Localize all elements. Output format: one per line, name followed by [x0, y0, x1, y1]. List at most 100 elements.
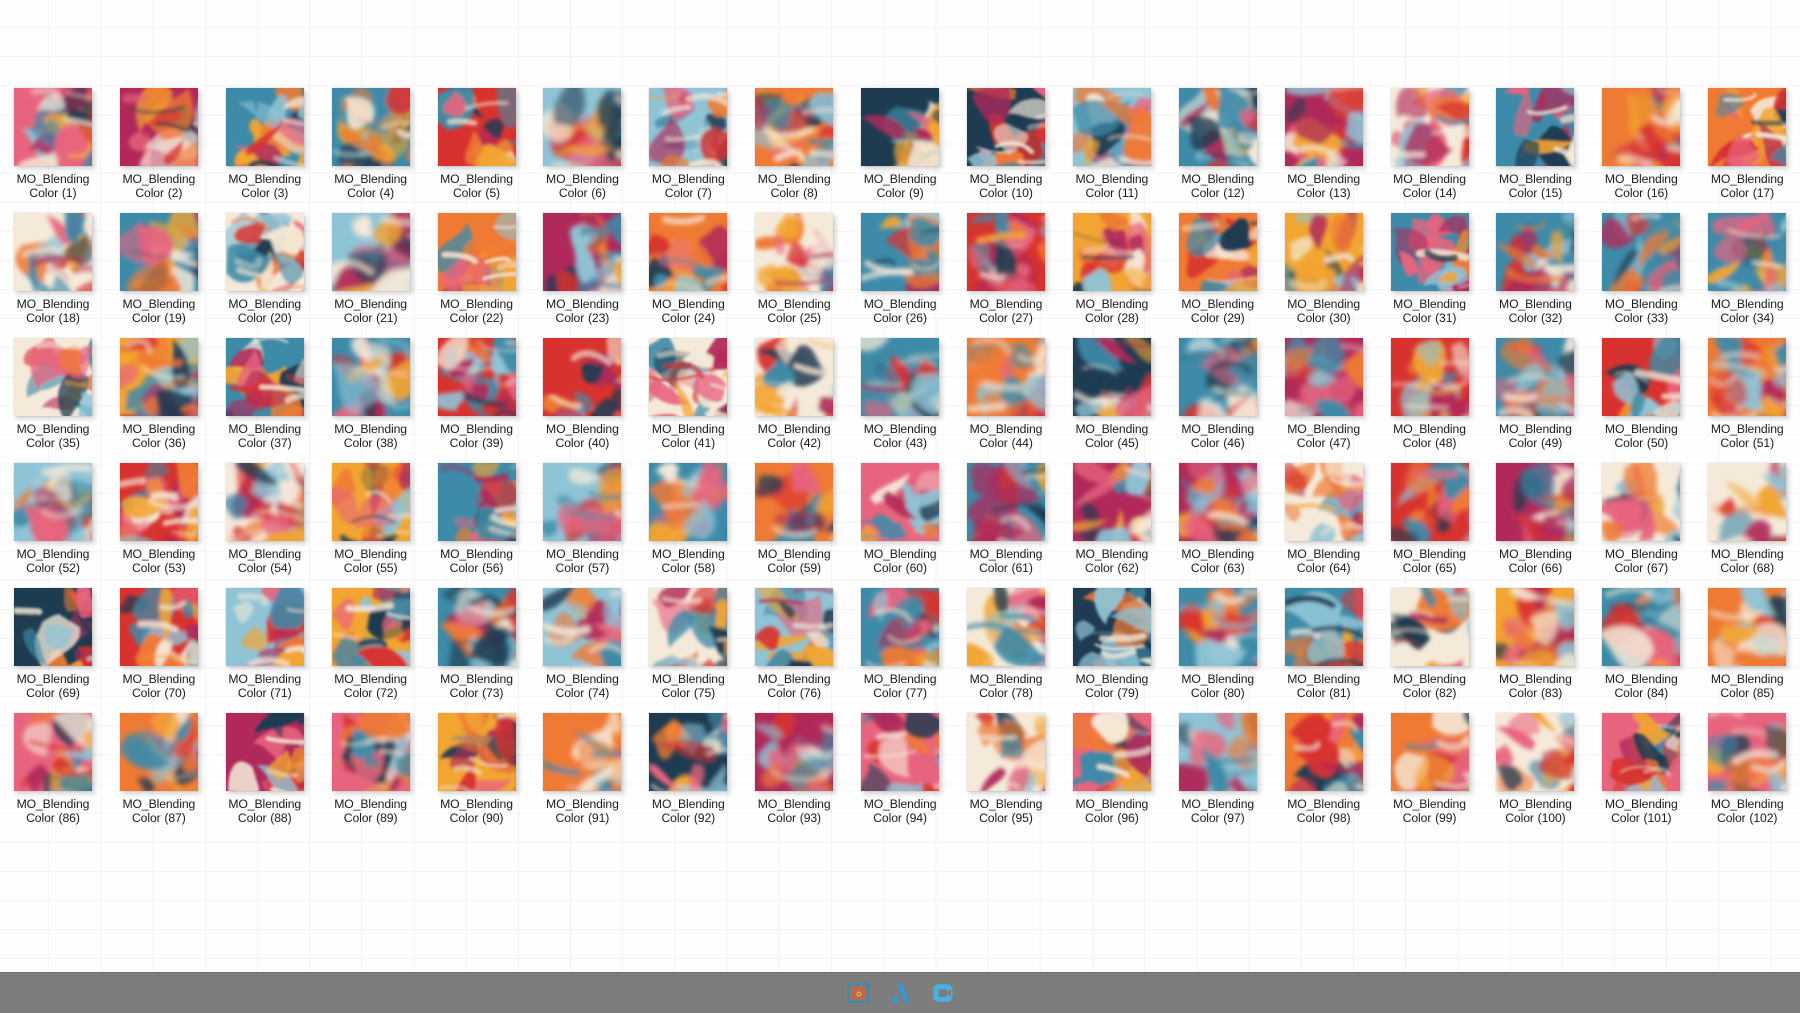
file-item[interactable]: MO_Blending Color (53): [106, 447, 212, 574]
file-thumbnail[interactable]: [437, 463, 516, 541]
file-item[interactable]: MO_Blending Color (32): [1482, 197, 1588, 324]
file-thumbnail[interactable]: [755, 713, 834, 791]
file-item[interactable]: MO_Blending Color (52): [0, 447, 106, 574]
file-item[interactable]: MO_Blending Color (62): [1059, 447, 1165, 574]
file-thumbnail[interactable]: [1390, 338, 1469, 416]
file-thumbnail[interactable]: [861, 213, 940, 291]
file-thumbnail[interactable]: [225, 88, 304, 166]
file-item[interactable]: MO_Blending Color (10): [953, 72, 1059, 199]
file-thumbnail[interactable]: [1496, 338, 1575, 416]
file-thumbnail[interactable]: [649, 88, 728, 166]
file-thumbnail[interactable]: [543, 213, 622, 291]
file-item[interactable]: MO_Blending Color (12): [1165, 72, 1271, 199]
file-item[interactable]: MO_Blending Color (59): [741, 447, 847, 574]
file-thumbnail[interactable]: [1284, 713, 1363, 791]
file-thumbnail[interactable]: [225, 463, 304, 541]
file-item[interactable]: MO_Blending Color (36): [106, 322, 212, 449]
file-thumbnail[interactable]: [1284, 588, 1363, 666]
arc-browser-icon[interactable]: [885, 978, 915, 1008]
file-item[interactable]: MO_Blending Color (42): [741, 322, 847, 449]
file-item[interactable]: MO_Blending Color (39): [424, 322, 530, 449]
file-item[interactable]: MO_Blending Color (65): [1377, 447, 1483, 574]
file-thumbnail[interactable]: [1708, 213, 1787, 291]
file-icon-grid[interactable]: MO_Blending Color (1) MO_Blending Color (2)…: [0, 72, 1800, 824]
file-thumbnail[interactable]: [649, 588, 728, 666]
file-thumbnail[interactable]: [543, 463, 622, 541]
file-thumbnail[interactable]: [331, 713, 410, 791]
file-thumbnail[interactable]: [1072, 463, 1151, 541]
file-thumbnail[interactable]: [1390, 463, 1469, 541]
file-thumbnail[interactable]: [437, 213, 516, 291]
file-thumbnail[interactable]: [1390, 88, 1469, 166]
file-item[interactable]: MO_Blending Color (14): [1377, 72, 1483, 199]
file-item[interactable]: MO_Blending Color (96): [1059, 697, 1165, 824]
file-item[interactable]: MO_Blending Color (11): [1059, 72, 1165, 199]
file-thumbnail[interactable]: [1284, 213, 1363, 291]
file-item[interactable]: MO_Blending Color (6): [529, 72, 635, 199]
file-item[interactable]: MO_Blending Color (97): [1165, 697, 1271, 824]
file-item[interactable]: MO_Blending Color (55): [318, 447, 424, 574]
file-item[interactable]: MO_Blending Color (35): [0, 322, 106, 449]
file-thumbnail[interactable]: [437, 88, 516, 166]
file-item[interactable]: MO_Blending Color (101): [1588, 697, 1694, 824]
file-item[interactable]: MO_Blending Color (86): [0, 697, 106, 824]
file-item[interactable]: MO_Blending Color (45): [1059, 322, 1165, 449]
file-thumbnail[interactable]: [13, 463, 92, 541]
file-thumbnail[interactable]: [1178, 338, 1257, 416]
file-item[interactable]: MO_Blending Color (98): [1271, 697, 1377, 824]
file-thumbnail[interactable]: [861, 88, 940, 166]
file-thumbnail[interactable]: [119, 213, 198, 291]
file-item[interactable]: MO_Blending Color (5): [424, 72, 530, 199]
file-item[interactable]: MO_Blending Color (23): [529, 197, 635, 324]
file-item[interactable]: MO_Blending Color (85): [1694, 572, 1800, 699]
file-item[interactable]: MO_Blending Color (81): [1271, 572, 1377, 699]
file-item[interactable]: MO_Blending Color (1): [0, 72, 106, 199]
file-thumbnail[interactable]: [1072, 338, 1151, 416]
file-item[interactable]: MO_Blending Color (58): [635, 447, 741, 574]
file-item[interactable]: MO_Blending Color (16): [1588, 72, 1694, 199]
file-item[interactable]: MO_Blending Color (48): [1377, 322, 1483, 449]
file-thumbnail[interactable]: [1178, 88, 1257, 166]
file-thumbnail[interactable]: [1602, 88, 1681, 166]
file-item[interactable]: MO_Blending Color (64): [1271, 447, 1377, 574]
file-thumbnail[interactable]: [1708, 338, 1787, 416]
file-thumbnail[interactable]: [966, 463, 1045, 541]
file-thumbnail[interactable]: [649, 213, 728, 291]
file-thumbnail[interactable]: [225, 338, 304, 416]
file-item[interactable]: MO_Blending Color (87): [106, 697, 212, 824]
file-thumbnail[interactable]: [1708, 713, 1787, 791]
file-thumbnail[interactable]: [119, 588, 198, 666]
file-thumbnail[interactable]: [331, 213, 410, 291]
file-item[interactable]: MO_Blending Color (75): [635, 572, 741, 699]
taskbar[interactable]: [0, 972, 1800, 1013]
file-thumbnail[interactable]: [13, 338, 92, 416]
file-item[interactable]: MO_Blending Color (38): [318, 322, 424, 449]
file-thumbnail[interactable]: [437, 713, 516, 791]
file-thumbnail[interactable]: [861, 713, 940, 791]
file-item[interactable]: MO_Blending Color (22): [424, 197, 530, 324]
file-item[interactable]: MO_Blending Color (40): [529, 322, 635, 449]
file-item[interactable]: MO_Blending Color (8): [741, 72, 847, 199]
file-item[interactable]: MO_Blending Color (77): [847, 572, 953, 699]
file-thumbnail[interactable]: [1284, 88, 1363, 166]
file-item[interactable]: MO_Blending Color (13): [1271, 72, 1377, 199]
file-thumbnail[interactable]: [1178, 713, 1257, 791]
file-item[interactable]: MO_Blending Color (20): [212, 197, 318, 324]
file-thumbnail[interactable]: [966, 588, 1045, 666]
file-thumbnail[interactable]: [1708, 88, 1787, 166]
file-thumbnail[interactable]: [119, 338, 198, 416]
file-item[interactable]: MO_Blending Color (76): [741, 572, 847, 699]
file-thumbnail[interactable]: [13, 713, 92, 791]
file-item[interactable]: MO_Blending Color (83): [1482, 572, 1588, 699]
file-item[interactable]: MO_Blending Color (54): [212, 447, 318, 574]
file-item[interactable]: MO_Blending Color (51): [1694, 322, 1800, 449]
file-item[interactable]: MO_Blending Color (92): [635, 697, 741, 824]
file-item[interactable]: MO_Blending Color (95): [953, 697, 1059, 824]
file-thumbnail[interactable]: [755, 88, 834, 166]
file-item[interactable]: MO_Blending Color (60): [847, 447, 953, 574]
file-item[interactable]: MO_Blending Color (34): [1694, 197, 1800, 324]
file-thumbnail[interactable]: [1602, 588, 1681, 666]
file-thumbnail[interactable]: [543, 713, 622, 791]
file-item[interactable]: MO_Blending Color (37): [212, 322, 318, 449]
file-item[interactable]: MO_Blending Color (31): [1377, 197, 1483, 324]
